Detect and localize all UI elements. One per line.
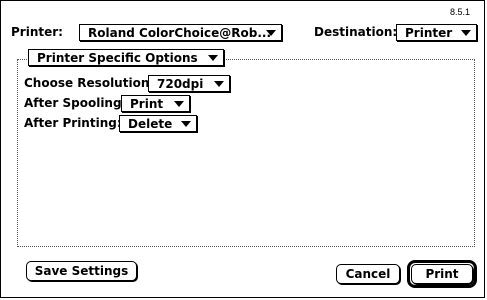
- printer-label: Printer:: [11, 25, 63, 39]
- section-popup[interactable]: Printer Specific Options: [28, 49, 224, 66]
- chevron-down-icon: [461, 30, 471, 36]
- cancel-button[interactable]: Cancel: [336, 264, 400, 284]
- chevron-down-icon: [174, 101, 184, 107]
- after-printing-popup[interactable]: Delete: [119, 115, 197, 132]
- print-button[interactable]: Print: [411, 264, 473, 284]
- print-dialog: 8.5.1 Printer: Roland ColorChoice@Rob...…: [0, 0, 485, 298]
- after-spooling-label: After Spooling:: [24, 96, 127, 110]
- destination-label: Destination:: [314, 25, 398, 39]
- after-printing-popup-value: Delete: [128, 116, 173, 131]
- printer-popup-value: Roland ColorChoice@Rob...: [88, 25, 272, 40]
- save-settings-button[interactable]: Save Settings: [26, 261, 137, 281]
- chevron-down-icon: [208, 55, 218, 61]
- version-label: 8.5.1: [449, 7, 470, 17]
- after-spooling-popup-value: Print: [130, 96, 164, 111]
- destination-popup-value: Printer: [405, 25, 453, 40]
- resolution-label: Choose Resolution:: [24, 76, 155, 90]
- destination-popup[interactable]: Printer: [396, 24, 477, 41]
- resolution-popup-value: 720dpi: [157, 76, 204, 91]
- printer-popup[interactable]: Roland ColorChoice@Rob...: [79, 24, 282, 41]
- after-spooling-popup[interactable]: Print: [121, 95, 190, 112]
- chevron-down-icon: [214, 81, 224, 87]
- chevron-down-icon: [266, 30, 276, 36]
- resolution-popup[interactable]: 720dpi: [148, 75, 230, 92]
- section-popup-value: Printer Specific Options: [37, 50, 198, 65]
- chevron-down-icon: [181, 121, 191, 127]
- after-printing-label: After Printing:: [24, 116, 122, 130]
